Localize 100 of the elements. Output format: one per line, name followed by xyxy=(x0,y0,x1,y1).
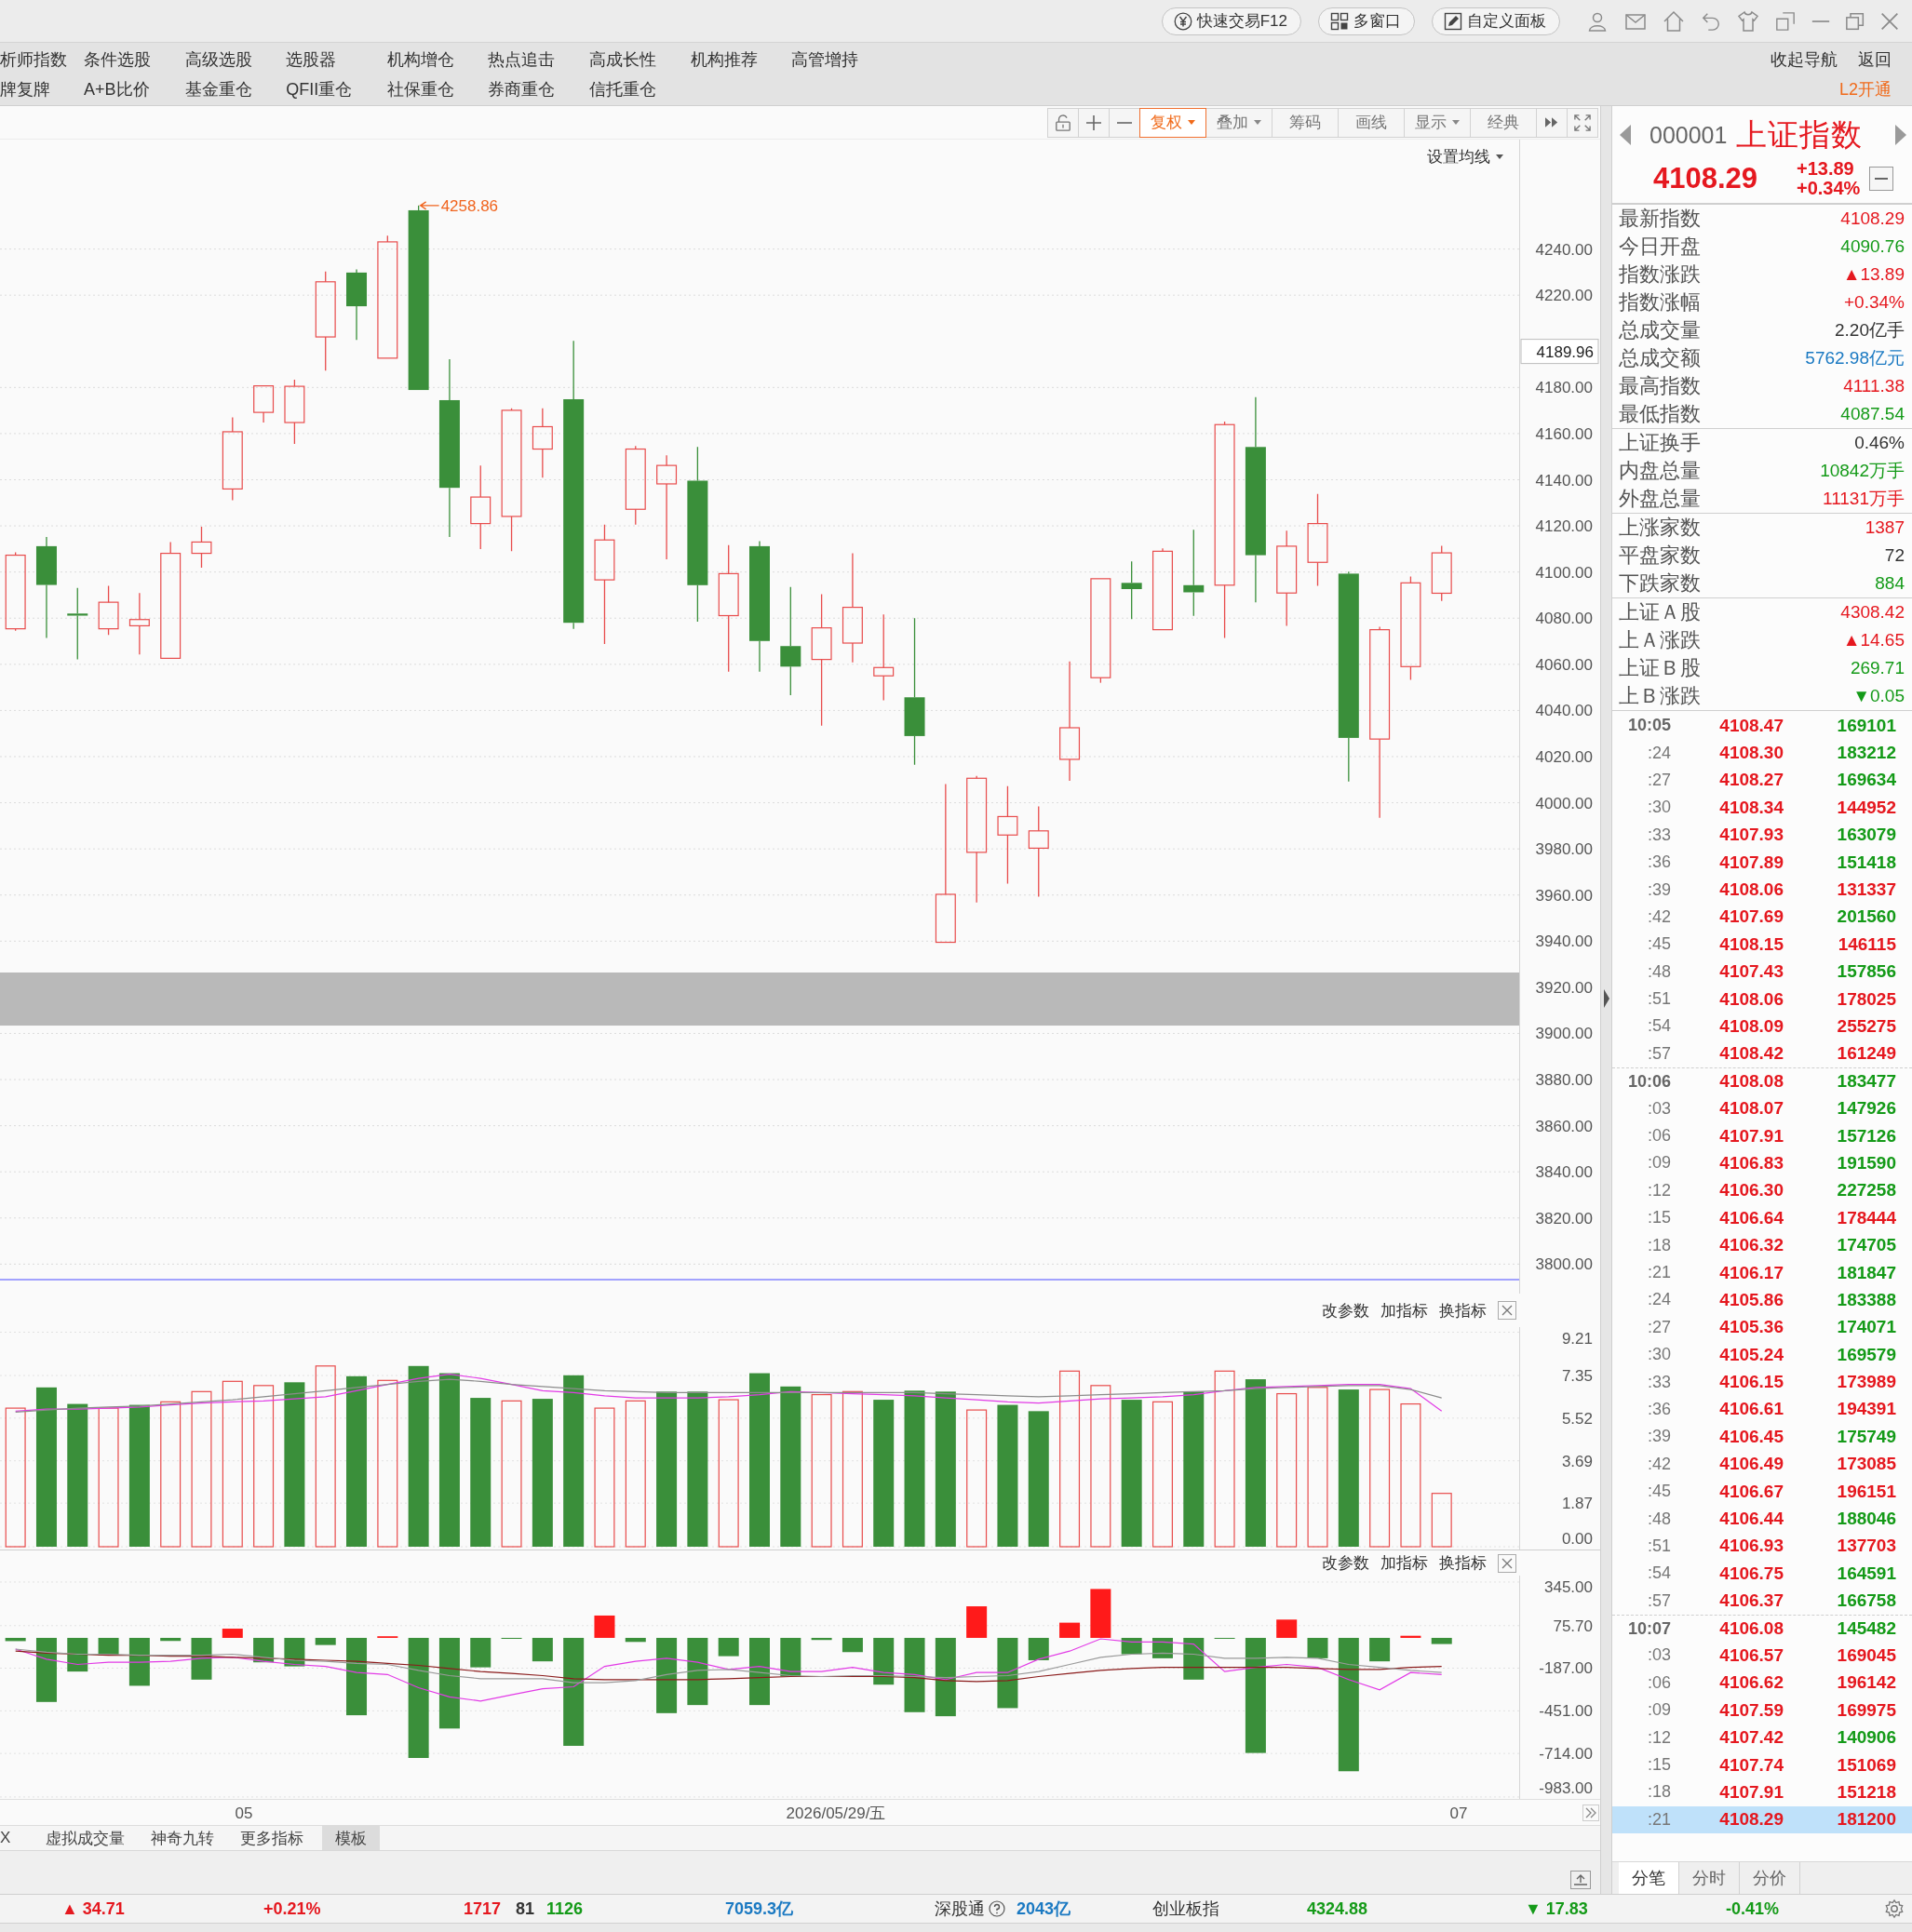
tick-row[interactable]: :06 4107.91 157126 xyxy=(1612,1121,1912,1150)
panel-action-link[interactable]: 加指标 xyxy=(1380,1299,1428,1322)
panel-toggle-icon[interactable] xyxy=(1603,989,1609,1008)
chart-tool-button[interactable]: 复权 xyxy=(1139,107,1206,138)
tick-row[interactable]: :18 4106.32 174705 xyxy=(1612,1231,1912,1259)
multi-window-button[interactable]: 多窗口 xyxy=(1318,7,1415,35)
menu-link[interactable]: 牌复牌 xyxy=(0,77,84,101)
menu-link[interactable]: 高成长性 xyxy=(588,47,691,71)
indicator-tab[interactable]: 神奇九转 xyxy=(143,1825,222,1851)
tick-row[interactable]: :18 4107.91 151218 xyxy=(1612,1778,1912,1806)
help-icon[interactable] xyxy=(989,1900,1005,1917)
tick-row[interactable]: :33 4107.93 163079 xyxy=(1612,821,1912,849)
close-icon[interactable] xyxy=(1498,1553,1516,1573)
tick-row[interactable]: :45 4106.67 196151 xyxy=(1612,1477,1912,1506)
tick-row[interactable]: :30 4108.34 144952 xyxy=(1612,794,1912,822)
panel-action-link[interactable]: 改参数 xyxy=(1322,1299,1369,1322)
tick-row[interactable]: :27 4108.27 169634 xyxy=(1612,766,1912,795)
promo-link[interactable]: L2开通 xyxy=(1838,77,1892,101)
chart-tool-button[interactable]: 经典 xyxy=(1470,107,1537,138)
panel-action-link[interactable]: 改参数 xyxy=(1322,1552,1369,1574)
tick-row[interactable]: :33 4106.15 173989 xyxy=(1612,1368,1912,1396)
menu-link[interactable]: 高管增持 xyxy=(791,47,893,71)
nav-link[interactable]: 收起导航 xyxy=(1771,47,1838,71)
tick-row[interactable]: :48 4106.44 188046 xyxy=(1612,1505,1912,1533)
tick-row[interactable]: :06 4106.62 196142 xyxy=(1612,1669,1912,1697)
ma-settings-button[interactable]: 设置均线 xyxy=(1423,144,1507,169)
menu-link[interactable]: 信托重仓 xyxy=(588,77,691,101)
tick-row[interactable]: :45 4108.15 146115 xyxy=(1612,931,1912,959)
window-icon[interactable] xyxy=(1775,10,1796,32)
panel-action-link[interactable]: 换指标 xyxy=(1439,1299,1487,1322)
indicator-tab[interactable]: 模板 xyxy=(322,1825,381,1851)
fullscreen-button[interactable] xyxy=(1567,107,1598,138)
restore-icon[interactable] xyxy=(1846,11,1865,31)
menu-link[interactable]: 析师指数 xyxy=(0,47,84,71)
tick-row[interactable]: :15 4107.74 151069 xyxy=(1612,1751,1912,1779)
chart-tool-button[interactable]: 画线 xyxy=(1338,107,1405,138)
settings-icon[interactable] xyxy=(1884,1898,1905,1919)
next-arrow-icon[interactable] xyxy=(1895,125,1906,145)
menu-link[interactable]: 条件选股 xyxy=(84,47,185,71)
tick-row[interactable]: :15 4106.64 178444 xyxy=(1612,1204,1912,1232)
tick-row[interactable]: :54 4106.75 164591 xyxy=(1612,1560,1912,1588)
shirt-icon[interactable] xyxy=(1737,9,1759,33)
tick-row[interactable]: :03 4108.07 147926 xyxy=(1612,1094,1912,1122)
panel-action-link[interactable]: 换指标 xyxy=(1439,1552,1487,1574)
lock-button[interactable] xyxy=(1047,107,1079,138)
tick-row[interactable]: :30 4105.24 169579 xyxy=(1612,1341,1912,1369)
zoom-out-button[interactable] xyxy=(1109,107,1140,138)
tick-row[interactable]: :54 4108.09 255275 xyxy=(1612,1013,1912,1040)
menu-link[interactable]: QFII重仓 xyxy=(286,77,387,101)
tick-row[interactable]: :57 4108.42 161249 xyxy=(1612,1040,1912,1068)
menu-link[interactable]: 券商重仓 xyxy=(488,77,589,101)
home-icon[interactable] xyxy=(1663,9,1685,33)
indicator-tab[interactable]: 虚拟成交量 xyxy=(38,1825,133,1851)
menu-link[interactable]: 基金重仓 xyxy=(184,77,287,101)
indicator-tab[interactable]: 更多指标 xyxy=(233,1825,312,1851)
minimize-icon[interactable] xyxy=(1811,19,1830,23)
chart-tool-button[interactable]: 显示 xyxy=(1404,107,1471,138)
menu-link[interactable]: 社保重仓 xyxy=(386,77,489,101)
tick-row[interactable]: :24 4108.30 183212 xyxy=(1612,739,1912,767)
tick-row[interactable]: :42 4106.49 173085 xyxy=(1612,1450,1912,1478)
zoom-in-button[interactable] xyxy=(1078,107,1110,138)
menu-link[interactable]: 选股器 xyxy=(286,47,387,71)
tick-row[interactable]: :39 4108.06 131337 xyxy=(1612,876,1912,904)
tick-row[interactable]: :36 4107.89 151418 xyxy=(1612,848,1912,877)
menu-link[interactable]: 热点追击 xyxy=(488,47,589,71)
tick-row[interactable]: :36 4106.61 194391 xyxy=(1612,1395,1912,1424)
tick-row[interactable]: :51 4106.93 137703 xyxy=(1612,1532,1912,1561)
tick-row[interactable]: :12 4107.42 140906 xyxy=(1612,1724,1912,1751)
tick-row[interactable]: :03 4106.57 169045 xyxy=(1612,1642,1912,1670)
tick-row[interactable]: :12 4106.30 227258 xyxy=(1612,1176,1912,1205)
custom-panel-button[interactable]: 自定义面板 xyxy=(1432,7,1560,35)
tick-row[interactable]: :57 4106.37 166758 xyxy=(1612,1587,1912,1615)
tick-row[interactable]: 10:05 4108.47 169101 xyxy=(1612,712,1912,740)
tick-row[interactable]: 10:07 4106.08 145482 xyxy=(1612,1614,1912,1643)
prev-arrow-icon[interactable] xyxy=(1620,125,1631,145)
tick-row[interactable]: :09 4107.59 169975 xyxy=(1612,1697,1912,1724)
quick-trade-button[interactable]: 快速交易F12 xyxy=(1161,7,1301,35)
chart-tool-button[interactable]: 叠加 xyxy=(1205,107,1272,138)
tick-row[interactable]: :09 4106.83 191590 xyxy=(1612,1149,1912,1177)
tick-row[interactable]: :48 4107.43 157856 xyxy=(1612,958,1912,986)
upload-icon[interactable] xyxy=(1570,1871,1591,1889)
tick-row-highlight[interactable]: :21 4108.29 181200 xyxy=(1612,1805,1912,1833)
chart-tool-button[interactable]: 筹码 xyxy=(1272,107,1339,138)
panel-action-link[interactable]: 加指标 xyxy=(1380,1552,1428,1574)
tick-row[interactable]: :42 4107.69 201560 xyxy=(1612,903,1912,932)
tick-row[interactable]: :21 4106.17 181847 xyxy=(1612,1258,1912,1287)
menu-link[interactable]: 机构推荐 xyxy=(690,47,792,71)
tick-row[interactable]: 10:06 4108.08 183477 xyxy=(1612,1067,1912,1095)
menu-link[interactable]: 机构增仓 xyxy=(386,47,489,71)
close-icon[interactable] xyxy=(1880,11,1899,31)
tick-row[interactable]: :51 4108.06 178025 xyxy=(1612,985,1912,1013)
tick-row[interactable]: :27 4105.36 174071 xyxy=(1612,1313,1912,1341)
tick-row[interactable]: :39 4106.45 175749 xyxy=(1612,1423,1912,1451)
indicator-tab[interactable]: X xyxy=(0,1827,19,1849)
menu-link[interactable]: A+B比价 xyxy=(84,77,185,101)
double-chevron-icon[interactable] xyxy=(1582,1804,1599,1821)
close-icon[interactable] xyxy=(1498,1301,1516,1320)
collapse-icon[interactable] xyxy=(1869,167,1893,191)
quote-tab[interactable]: 分笔 xyxy=(1619,1862,1679,1894)
nav-link[interactable]: 返回 xyxy=(1858,47,1892,71)
